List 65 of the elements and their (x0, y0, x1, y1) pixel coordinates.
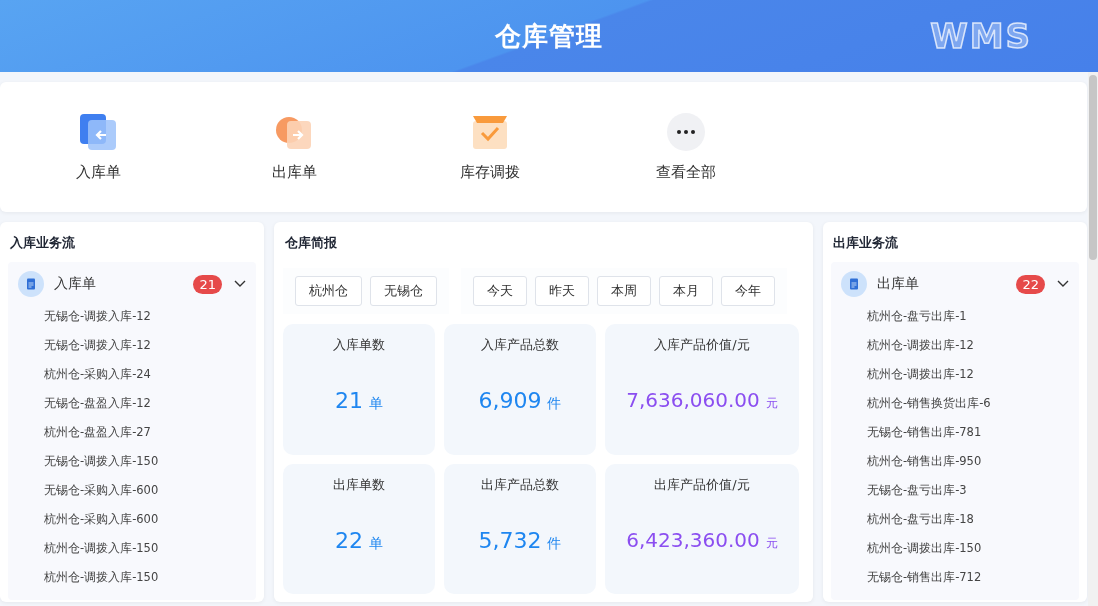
page-title: 仓库管理 (495, 19, 603, 53)
list-item[interactable]: 杭州仓-盘盈入库-27 (44, 418, 246, 447)
stat-label: 入库产品总数 (481, 336, 559, 354)
document-icon (841, 271, 867, 297)
period-filter[interactable]: 今天 (473, 276, 527, 306)
list-item[interactable]: 杭州仓-调拨入库-150 (44, 534, 246, 563)
chevron-icon[interactable] (1057, 280, 1069, 288)
scrollbar-thumb[interactable] (1089, 75, 1097, 260)
stat-value: 6,909 (478, 388, 542, 413)
shortcut-button[interactable]: 入库单 (0, 111, 196, 183)
more-icon (667, 112, 705, 151)
panel-title: 入库业务流 (10, 234, 76, 252)
shortcut-button[interactable]: 查看全部 (588, 111, 784, 183)
panel-title: 出库业务流 (833, 234, 899, 252)
group-label[interactable]: 出库单 (877, 275, 1017, 293)
list-item[interactable]: 无锡仓-调拨入库-150 (44, 447, 246, 476)
count-badge: 21 (193, 274, 222, 294)
stat-unit: 件 (547, 534, 562, 553)
list-item[interactable]: 杭州仓-采购入库-600 (44, 505, 246, 534)
list-item[interactable]: 无锡仓-采购入库-600 (44, 476, 246, 505)
period-filter[interactable]: 昨天 (535, 276, 589, 306)
list-item[interactable]: 杭州仓-调拨出库-150 (867, 534, 1069, 563)
stat-unit: 单 (369, 534, 383, 553)
shortcut-button[interactable]: 出库单 (196, 111, 392, 183)
warehouse-filter[interactable]: 杭州仓 (295, 276, 362, 306)
list-item[interactable]: 杭州仓-盘亏出库-1 (867, 302, 1069, 331)
stat-unit: 单 (369, 395, 383, 413)
list-item[interactable]: 无锡仓-调拨入库-12 (44, 302, 246, 331)
list-item[interactable]: 无锡仓-销售出库-712 (867, 563, 1069, 592)
list-item[interactable]: 杭州仓-采购入库-24 (44, 360, 246, 389)
stat-value: 5,732 (478, 527, 542, 553)
chevron-icon[interactable] (234, 280, 246, 288)
stat-value: 6,423,360.00 (626, 527, 760, 552)
list-item[interactable]: 杭州仓-调拨出库-12 (867, 331, 1069, 360)
stat-label: 入库产品价值/元 (654, 336, 750, 354)
stat-label: 入库单数 (333, 336, 385, 354)
list-item[interactable]: 杭州仓-销售换货出库-6 (867, 389, 1069, 418)
list-item[interactable]: 无锡仓-盘亏出库-3 (867, 476, 1069, 505)
list-item[interactable]: 无锡仓-盘盈入库-12 (44, 389, 246, 418)
period-filter[interactable]: 本周 (597, 276, 651, 306)
stat-unit: 件 (547, 395, 562, 413)
list-item[interactable]: 杭州仓-销售出库-950 (867, 447, 1069, 476)
document-arrow-icon (79, 112, 117, 151)
logo: WMS (930, 16, 1032, 56)
list-item[interactable]: 杭州仓-盘亏出库-18 (867, 505, 1069, 534)
list-item[interactable]: 无锡仓-调拨入库-12 (44, 331, 246, 360)
stat-value: 21 (335, 388, 363, 413)
period-filter[interactable]: 本月 (659, 276, 713, 306)
document-icon (18, 271, 44, 297)
stat-value: 7,636,060.00 (626, 388, 760, 412)
period-filter[interactable]: 今年 (721, 276, 775, 306)
list-item[interactable]: 杭州仓-调拨出库-12 (867, 360, 1069, 389)
list-item[interactable]: 杭州仓-调拨入库-150 (44, 563, 246, 592)
stat-value: 22 (335, 527, 363, 553)
panel-title: 仓库简报 (285, 234, 338, 252)
warehouse-filter[interactable]: 无锡仓 (370, 276, 437, 306)
stat-label: 出库产品总数 (481, 475, 559, 494)
shortcut-button[interactable]: 库存调拨 (392, 111, 588, 183)
stat-label: 出库产品价值/元 (654, 475, 750, 494)
stat-unit: 元 (765, 534, 778, 552)
list-item[interactable]: 无锡仓-销售出库-781 (867, 418, 1069, 447)
stat-label: 出库单数 (333, 475, 385, 494)
group-label[interactable]: 入库单 (54, 275, 194, 293)
count-badge: 22 (1016, 274, 1045, 294)
stat-unit: 元 (765, 395, 778, 412)
